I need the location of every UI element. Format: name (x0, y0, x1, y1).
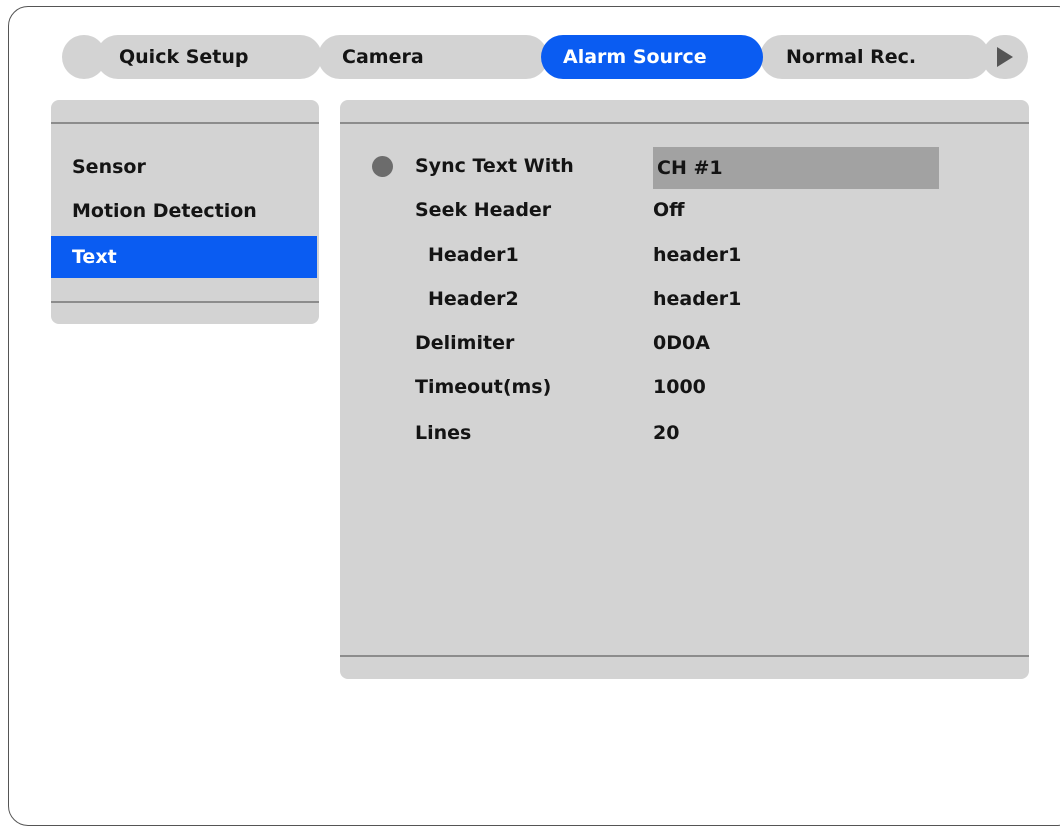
setting-row-seek-header[interactable]: Seek Header Off (340, 188, 940, 232)
submenu-item-motion-detection[interactable]: Motion Detection (51, 190, 317, 232)
setting-label: Timeout(ms) (415, 376, 552, 398)
header1-field[interactable]: header1 (653, 233, 741, 277)
tab-alarm-source-label: Alarm Source (563, 46, 707, 68)
setting-label: Sync Text With (415, 155, 574, 177)
setting-row-timeout[interactable]: Timeout(ms) 1000 (340, 365, 940, 409)
settings-panel: Sync Text With CH #1 Seek Header Off Hea… (340, 100, 1029, 679)
setting-label: Delimiter (415, 332, 515, 354)
setting-row-header1[interactable]: Header1 header1 (340, 233, 940, 277)
settings-bottom-divider (340, 655, 1029, 657)
submenu-item-sensor[interactable]: Sensor (51, 146, 317, 188)
tab-alarm-source[interactable]: Alarm Source (541, 35, 763, 79)
setting-label: Seek Header (415, 199, 552, 221)
play-right-icon (997, 47, 1013, 67)
setting-row-delimiter[interactable]: Delimiter 0D0A (340, 321, 940, 365)
tab-quick-setup[interactable]: Quick Setup (96, 35, 322, 79)
submenu-item-sensor-label: Sensor (72, 156, 146, 178)
tab-normal-rec[interactable]: Normal Rec. (760, 35, 990, 79)
sync-text-with-select[interactable]: CH #1 (653, 147, 939, 189)
header2-field[interactable]: header1 (653, 277, 741, 321)
submenu-item-text[interactable]: Text (51, 236, 317, 278)
submenu-item-text-label: Text (72, 246, 117, 268)
setting-row-lines[interactable]: Lines 20 (340, 411, 940, 455)
submenu-bottom-divider (51, 301, 319, 303)
timeout-field[interactable]: 1000 (653, 365, 706, 409)
setting-label: Header2 (428, 288, 519, 310)
setting-label: Header1 (428, 244, 519, 266)
setting-row-header2[interactable]: Header2 header1 (340, 277, 940, 321)
submenu-panel: Sensor Motion Detection Text (51, 100, 319, 324)
lines-field[interactable]: 20 (653, 411, 679, 455)
delimiter-field[interactable]: 0D0A (653, 321, 710, 365)
setting-label: Lines (415, 422, 472, 444)
setting-row-sync-text-with[interactable]: Sync Text With CH #1 (340, 144, 940, 189)
submenu-top-divider (51, 122, 319, 124)
tab-camera[interactable]: Camera (318, 35, 548, 79)
seek-header-select[interactable]: Off (653, 188, 685, 232)
submenu-item-motion-detection-label: Motion Detection (72, 200, 257, 222)
tab-camera-label: Camera (342, 46, 424, 68)
focus-bullet-icon (372, 156, 393, 177)
settings-top-divider (340, 122, 1029, 124)
tab-normal-rec-label: Normal Rec. (786, 46, 917, 68)
tab-quick-setup-label: Quick Setup (119, 46, 249, 68)
tab-next-button[interactable] (982, 35, 1028, 79)
